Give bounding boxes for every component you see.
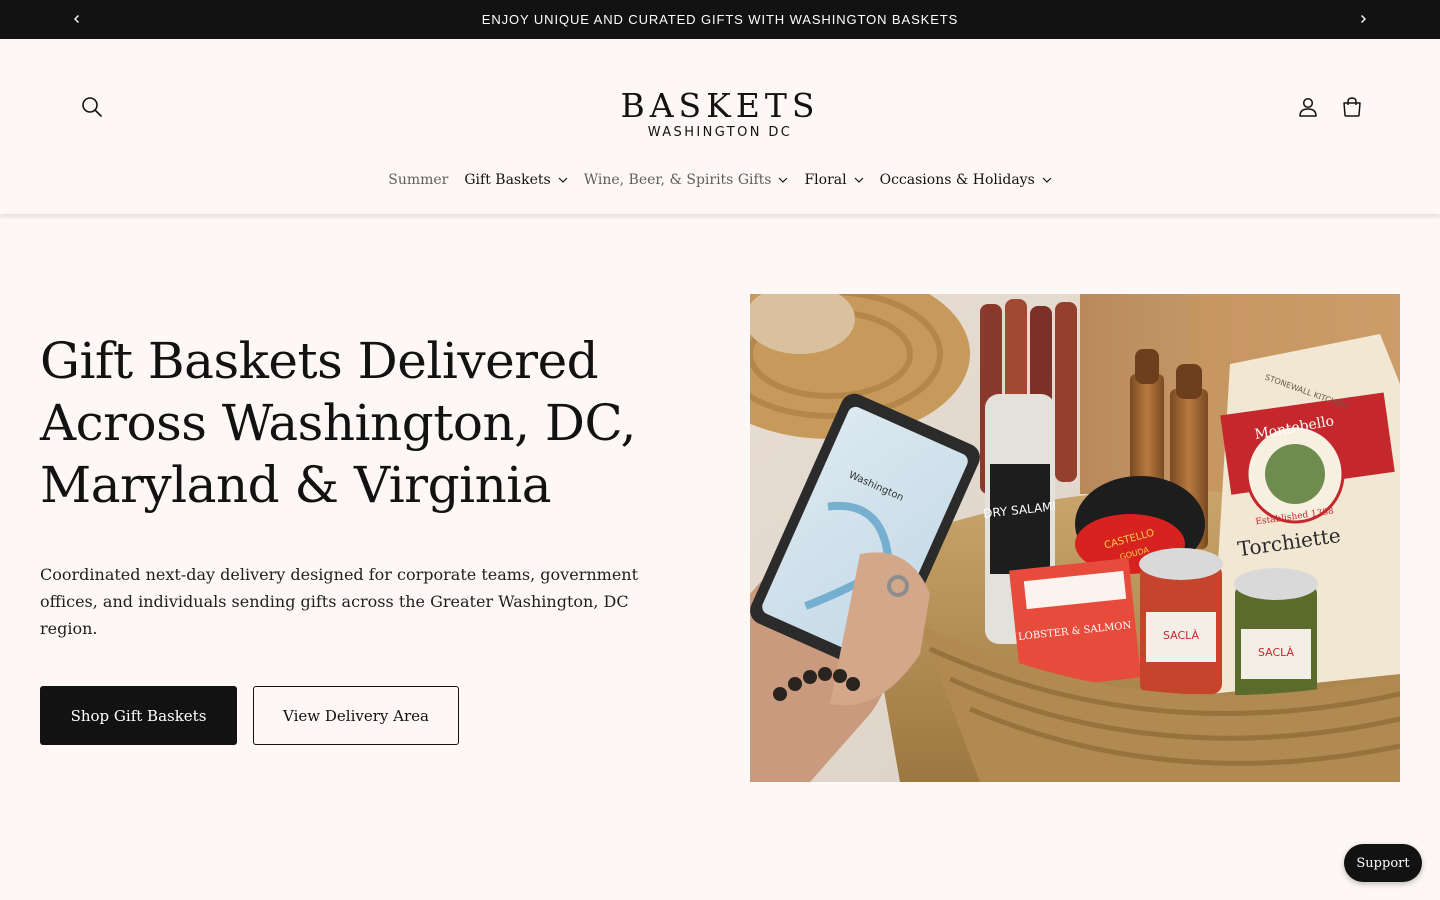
account-button[interactable] [1293,92,1323,122]
nav-item-label: Summer [388,172,449,188]
nav-item-occasions-holidays[interactable]: Occasions & Holidays [872,172,1060,188]
announcement-bar: ENJOY UNIQUE AND CURATED GIFTS WITH WASH… [0,0,1440,39]
hero-title-line: Maryland & Virginia [40,456,552,514]
hero-description: Coordinated next-day delivery designed f… [40,565,639,638]
announcement-next-button[interactable] [1352,8,1374,30]
hero-image: DRY SALAMI Montebello Established 1388 T… [750,294,1400,782]
chevron-down-icon [854,177,864,183]
hero-title: Gift Baskets Delivered Across Washington… [40,330,700,516]
chevron-down-icon [1042,177,1052,183]
shop-gift-baskets-button[interactable]: Shop Gift Baskets [40,686,237,745]
hero-title-line: Gift Baskets Delivered [40,332,599,390]
nav-item-label: Occasions & Holidays [879,172,1035,188]
main-navigation: Summer Gift Baskets Wine, Beer, & Spirit… [0,167,1440,193]
view-delivery-area-button[interactable]: View Delivery Area [253,686,459,745]
chevron-down-icon [558,177,568,183]
cart-button[interactable] [1337,92,1367,122]
nav-item-label: Gift Baskets [464,172,551,188]
jar2-label: SACLÀ [1258,646,1295,659]
jar1-label: SACLÀ [1163,629,1200,642]
announcement-prev-button[interactable] [66,8,88,30]
gift-basket-photo: DRY SALAMI Montebello Established 1388 T… [750,294,1400,782]
search-icon [82,97,102,117]
support-chat-button[interactable]: Support [1344,844,1422,882]
cart-icon [1343,97,1361,117]
chevron-down-icon [778,177,788,183]
chevron-right-icon [1361,15,1366,23]
nav-item-summer[interactable]: Summer [380,172,456,188]
announcement-text: ENJOY UNIQUE AND CURATED GIFTS WITH WASH… [481,12,959,27]
logo-subtitle: WASHINGTON DC [647,125,793,140]
search-button[interactable] [77,92,107,122]
user-icon [1299,97,1317,117]
nav-item-wine-beer-spirits[interactable]: Wine, Beer, & Spirits Gifts [576,172,797,188]
logo-title: BASKETS [620,86,820,125]
nav-item-gift-baskets[interactable]: Gift Baskets [456,172,575,188]
hero-title-line: Across Washington, DC, [40,394,636,452]
nav-item-floral[interactable]: Floral [796,172,871,188]
chevron-left-icon [74,15,79,23]
site-header: BASKETS WASHINGTON DC Summer Gift Basket… [0,39,1440,214]
nav-item-label: Wine, Beer, & Spirits Gifts [583,172,772,188]
site-logo[interactable]: BASKETS WASHINGTON DC [600,89,840,141]
nav-item-label: Floral [804,172,847,188]
